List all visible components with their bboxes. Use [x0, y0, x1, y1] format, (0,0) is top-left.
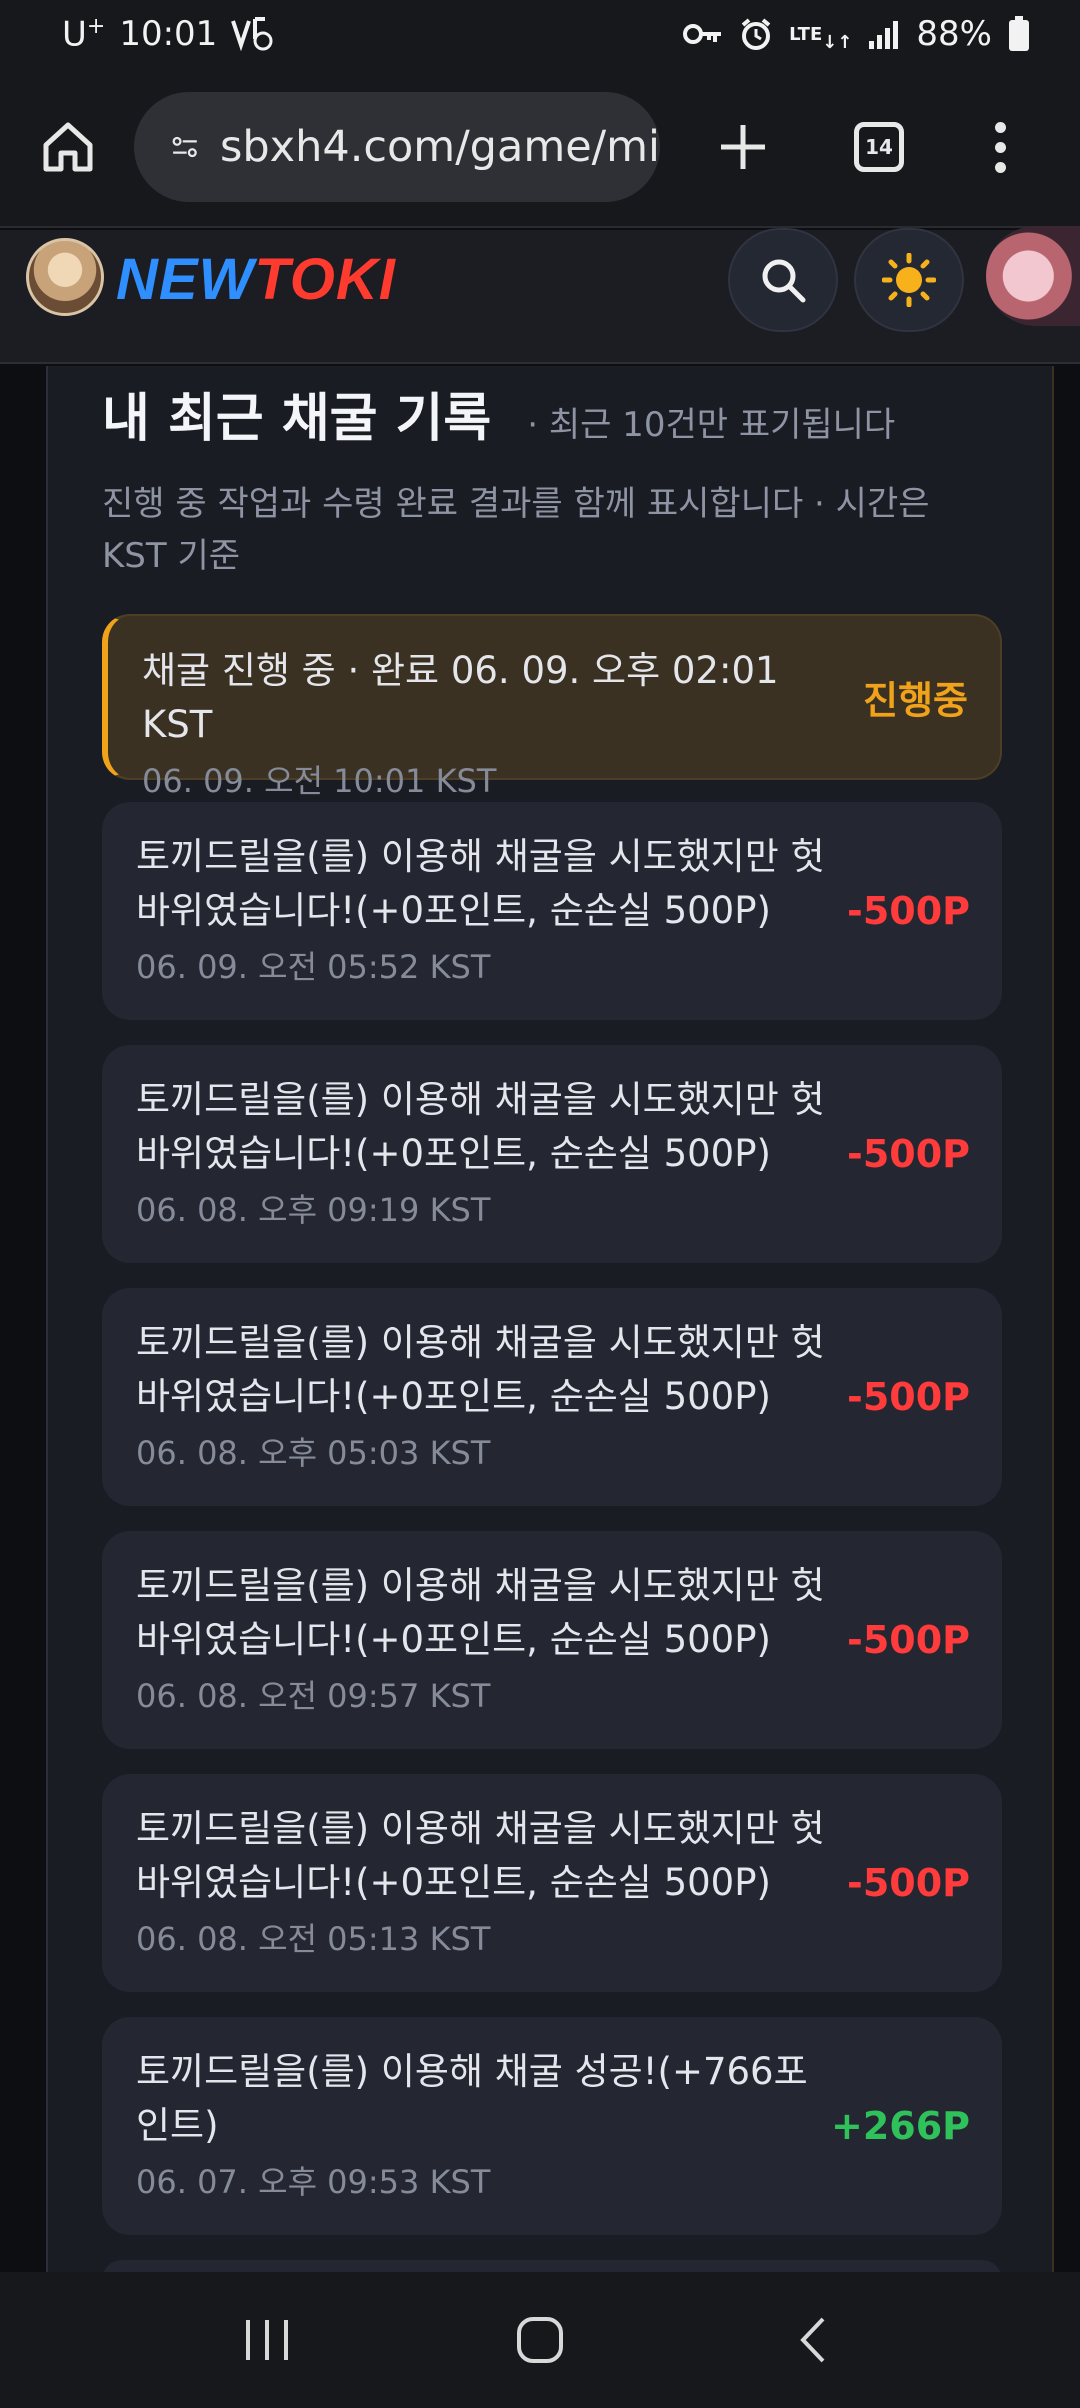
record-message: 토끼드릴을(를) 이용해 채굴을 시도했지만 헛바위였습니다!(+0포인트, 순… [136, 1321, 825, 1418]
signal-icon [868, 19, 900, 49]
volte-icon [231, 16, 273, 51]
back-button[interactable] [773, 2300, 853, 2380]
browser-toolbar: sbxh4.com/game/mi 14 [0, 68, 1080, 228]
section-title: 내 최근 채굴 기록 [102, 389, 492, 449]
site-logo[interactable]: NEWTOKI [116, 246, 396, 313]
search-button[interactable] [728, 228, 838, 332]
record-amount: -500P [847, 889, 970, 933]
back-chevron-icon [800, 2317, 825, 2363]
record-card: 토끼드릴을(를) 이용해 채굴 성공!(+766포인트) 06. 07. 오후 … [102, 2017, 1002, 2235]
carrier-label: U+ [62, 13, 106, 55]
new-tab-button[interactable] [708, 112, 778, 182]
record-time: 06. 08. 오전 05:13 KST [136, 1920, 491, 1958]
record-message: 토끼드릴을(를) 이용해 채굴을 시도했지만 헛바위였습니다!(+0포인트, 순… [136, 1078, 825, 1175]
home-icon [43, 122, 93, 172]
record-message: 토끼드릴을(를) 이용해 채굴을 시도했지만 헛바위였습니다!(+0포인트, 순… [136, 835, 825, 932]
plus-icon [721, 125, 765, 169]
record-amount: -500P [847, 1132, 970, 1176]
record-amount: -500P [847, 1375, 970, 1419]
tab-count: 14 [854, 122, 904, 172]
site-header: NEWTOKI [0, 226, 1080, 364]
url-text[interactable]: sbxh4.com/game/mi [220, 122, 660, 172]
site-mascot-logo[interactable] [26, 238, 104, 316]
status-bar: U+ 10:01 LTE ↓↑ 88% [0, 0, 1080, 68]
record-time: 06. 08. 오전 09:57 KST [136, 1677, 491, 1715]
record-time: 06. 09. 오전 10:01 KST [142, 762, 497, 800]
section-description: 진행 중 작업과 수령 완료 결과를 함께 표시합니다 · 시간은 KST 기준 [102, 484, 930, 576]
record-card: 토끼드릴을(를) 이용해 채굴을 시도했지만 헛바위였습니다!(+0포인트, 순… [102, 1045, 1002, 1263]
battery-percent: 88% [916, 14, 992, 54]
lte-icon: LTE ↓↑ [789, 23, 853, 53]
theme-toggle-button[interactable] [854, 228, 964, 332]
record-time: 06. 08. 오후 09:19 KST [136, 1191, 491, 1229]
record-time: 06. 09. 오전 05:52 KST [136, 948, 491, 986]
home-square-icon [516, 2317, 563, 2363]
more-dots-icon [994, 121, 1006, 133]
address-bar[interactable]: sbxh4.com/game/mi [134, 92, 660, 202]
site-settings-icon[interactable] [172, 127, 198, 167]
record-status-badge: 진행중 [863, 678, 968, 723]
record-amount: +266P [830, 2104, 970, 2148]
search-icon [762, 259, 806, 303]
record-card: 토끼드릴을(를) 이용해 채굴을 시도했지만 헛바위였습니다!(+0포인트, 순… [102, 802, 1002, 1020]
more-menu-button[interactable] [980, 112, 1020, 182]
record-time: 06. 08. 오후 05:03 KST [136, 1434, 491, 1472]
key-icon [683, 22, 723, 46]
home-nav-button[interactable] [500, 2300, 580, 2380]
recent-apps-icon [245, 2320, 288, 2360]
mining-history-panel: 내 최근 채굴 기록 · 최근 10건만 표기됩니다 진행 중 작업과 수령 완… [46, 366, 1054, 2300]
record-amount: -500P [847, 1618, 970, 1662]
section-subtitle: · 최근 10건만 표기됩니다 [527, 405, 896, 445]
record-message: 채굴 진행 중 · 완료 06. 09. 오후 02:01 KST [142, 649, 779, 746]
record-amount: -500P [847, 1861, 970, 1905]
record-message: 토끼드릴을(를) 이용해 채굴 성공!(+766포인트) [136, 2050, 808, 2147]
record-message: 토끼드릴을(를) 이용해 채굴을 시도했지만 헛바위였습니다!(+0포인트, 순… [136, 1564, 825, 1661]
home-button[interactable] [28, 107, 108, 187]
alarm-icon [739, 17, 773, 51]
status-time: 10:01 [119, 13, 218, 54]
record-message: 토끼드릴을(를) 이용해 채굴을 시도했지만 헛바위였습니다!(+0포인트, 순… [136, 1807, 825, 1904]
tab-switcher-button[interactable]: 14 [844, 112, 914, 182]
recent-apps-button[interactable] [227, 2300, 307, 2380]
record-card: 토끼드릴을(를) 이용해 채굴을 시도했지만 헛바위였습니다!(+0포인트, 순… [102, 1288, 1002, 1506]
sun-icon [882, 253, 936, 307]
record-time: 06. 07. 오후 09:53 KST [136, 2163, 491, 2201]
record-card-ongoing: 채굴 진행 중 · 완료 06. 09. 오후 02:01 KST 06. 09… [102, 614, 1002, 800]
record-card: 토끼드릴을(를) 이용해 채굴을 시도했지만 헛바위였습니다!(+0포인트, 순… [102, 1774, 1002, 1992]
user-avatar[interactable] [986, 226, 1080, 326]
record-card: 토끼드릴을(를) 이용해 채굴을 시도했지만 헛바위였습니다!(+0포인트, 순… [102, 1531, 1002, 1749]
battery-icon [1008, 16, 1030, 52]
system-nav-bar [0, 2272, 1080, 2408]
